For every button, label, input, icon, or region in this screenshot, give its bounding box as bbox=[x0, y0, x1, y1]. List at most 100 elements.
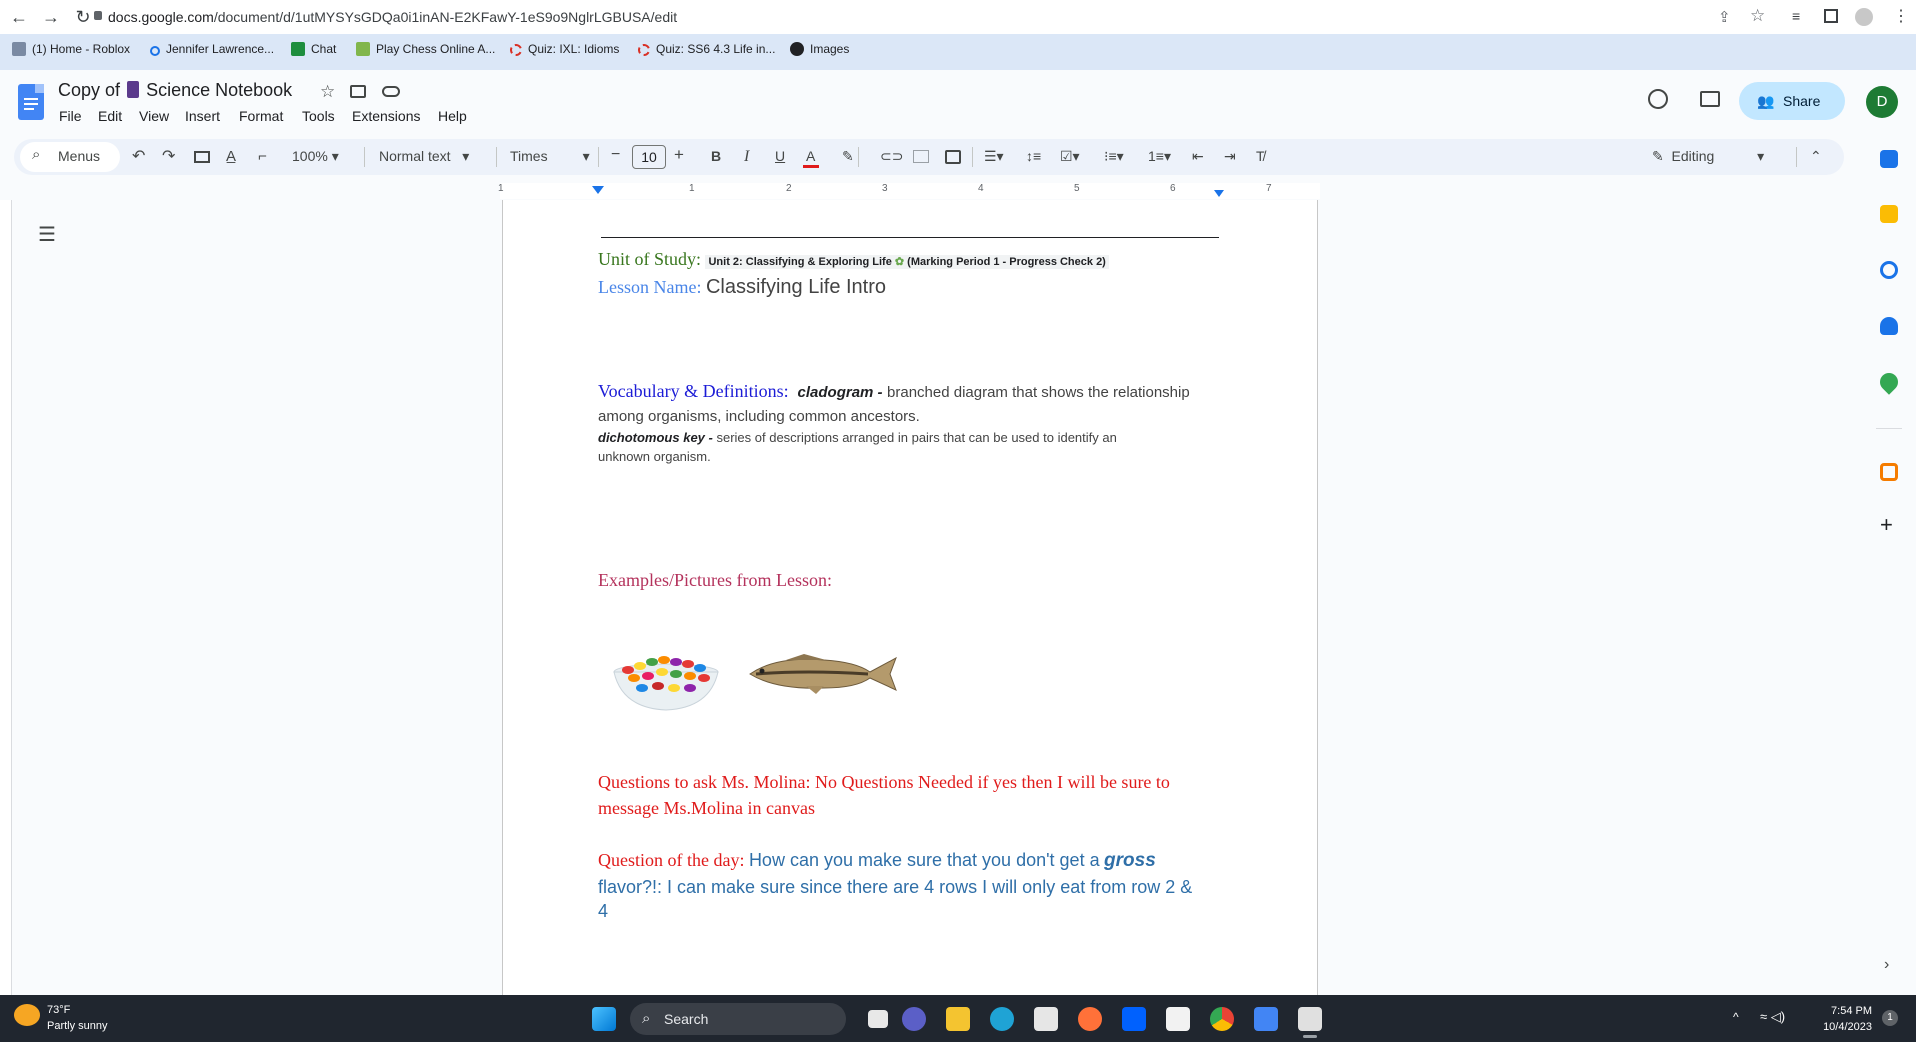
menu-format[interactable]: Format bbox=[239, 108, 283, 124]
menu-tools[interactable]: Tools bbox=[302, 108, 335, 124]
unit-line[interactable]: Unit of Study: Unit 2: Classifying & Exp… bbox=[598, 249, 1109, 270]
lesson-line[interactable]: Lesson Name: Classifying Life Intro bbox=[598, 276, 886, 299]
collapse-toolbar-icon[interactable]: ⌃ bbox=[1810, 148, 1822, 165]
amazon-icon[interactable] bbox=[1166, 1007, 1190, 1031]
horizontal-ruler[interactable]: 1 1 2 3 4 5 6 7 bbox=[498, 183, 1320, 199]
questions-line-2[interactable]: message Ms.Molina in canvas bbox=[598, 798, 815, 819]
tray-chevron-icon[interactable]: ^ bbox=[1733, 1010, 1739, 1024]
insert-image-icon[interactable] bbox=[945, 150, 961, 164]
weather-icon[interactable] bbox=[14, 1004, 40, 1026]
snipping-tool-icon[interactable] bbox=[1298, 1007, 1322, 1031]
docs-logo-icon[interactable] bbox=[18, 84, 44, 120]
clock-date[interactable]: 10/4/2023 bbox=[1810, 1021, 1872, 1033]
star-icon[interactable]: ☆ bbox=[320, 82, 335, 102]
align-icon[interactable]: ☰▾ bbox=[984, 148, 1004, 165]
url-field[interactable]: docs.google.com/document/d/1utMYSYsGDQa0… bbox=[108, 9, 677, 25]
highlight-icon[interactable]: ✎ bbox=[842, 148, 854, 165]
move-folder-icon[interactable] bbox=[350, 85, 366, 98]
side-panel-icon[interactable] bbox=[1824, 9, 1838, 23]
cloud-status-icon[interactable] bbox=[382, 86, 400, 97]
tasks-icon[interactable] bbox=[1880, 261, 1898, 279]
decrease-indent-icon[interactable]: ⇤ bbox=[1192, 148, 1204, 165]
unit-chip[interactable]: Unit 2: Classifying & Exploring Life ✿ (… bbox=[705, 255, 1109, 269]
show-side-panel-icon[interactable]: › bbox=[1884, 956, 1889, 974]
spellcheck-icon[interactable]: A̲ bbox=[226, 148, 236, 165]
share-button[interactable]: 👥 Share bbox=[1739, 82, 1845, 120]
menu-edit[interactable]: Edit bbox=[98, 108, 122, 124]
file-explorer-icon[interactable] bbox=[946, 1007, 970, 1031]
qotd-line[interactable]: Question of the day: How can you make su… bbox=[598, 850, 1156, 872]
avatar[interactable]: D bbox=[1866, 86, 1898, 118]
menu-view[interactable]: View bbox=[139, 108, 169, 124]
dropbox-icon[interactable] bbox=[1122, 1007, 1146, 1031]
italic-icon[interactable]: I bbox=[744, 148, 749, 166]
editing-mode-select[interactable]: ✎ Editing ▾ bbox=[1652, 148, 1764, 165]
vocab-line[interactable]: Vocabulary & Definitions: cladogram - br… bbox=[598, 381, 1190, 402]
font-select[interactable]: Times ▾ bbox=[510, 148, 590, 165]
back-icon[interactable]: ← bbox=[8, 6, 30, 28]
vocab-def-dichotomous-cont[interactable]: unknown organism. bbox=[598, 449, 711, 464]
line-spacing-icon[interactable]: ↕≡ bbox=[1026, 148, 1041, 164]
bookmark-images[interactable]: Images bbox=[790, 42, 849, 56]
bookmark-ss6[interactable]: Quiz: SS6 4.3 Life in... bbox=[638, 42, 775, 56]
keep-icon[interactable] bbox=[1880, 205, 1898, 223]
taskbar-search[interactable]: ⌕ Search bbox=[630, 1003, 846, 1035]
profile-icon[interactable] bbox=[1855, 8, 1873, 26]
numbered-list-icon[interactable]: 1≡▾ bbox=[1148, 148, 1171, 165]
share-page-icon[interactable]: ⇪ bbox=[1718, 8, 1731, 26]
docs-taskbar-icon[interactable] bbox=[1254, 1007, 1278, 1031]
teams-chat-icon[interactable] bbox=[902, 1007, 926, 1031]
increase-font-size-icon[interactable]: + bbox=[674, 145, 684, 165]
jellybean-bowl-image[interactable] bbox=[608, 632, 724, 712]
examples-label[interactable]: Examples/Pictures from Lesson: bbox=[598, 570, 832, 591]
bulleted-list-icon[interactable]: ⁝≡▾ bbox=[1104, 148, 1124, 165]
lock-icon[interactable] bbox=[94, 11, 102, 20]
chrome-icon[interactable] bbox=[1210, 1007, 1234, 1031]
task-view-icon[interactable] bbox=[868, 1010, 888, 1028]
menu-extensions[interactable]: Extensions bbox=[352, 108, 420, 124]
bookmark-chat[interactable]: Chat bbox=[291, 42, 336, 56]
menu-help[interactable]: Help bbox=[438, 108, 467, 124]
decrease-font-size-icon[interactable]: − bbox=[611, 146, 620, 164]
right-indent-marker[interactable] bbox=[1214, 190, 1224, 197]
contacts-icon[interactable] bbox=[1880, 317, 1898, 335]
bookmark-jennifer[interactable]: Jennifer Lawrence... bbox=[150, 42, 274, 56]
firefox-icon[interactable] bbox=[1078, 1007, 1102, 1031]
windows-start-icon[interactable] bbox=[592, 1007, 616, 1031]
forward-icon[interactable]: → bbox=[40, 6, 62, 28]
vocab-line-2[interactable]: dichotomous key - series of descriptions… bbox=[598, 430, 1117, 445]
link-icon[interactable]: ⊂⊃ bbox=[880, 148, 903, 165]
weather-temp[interactable]: 73°F bbox=[47, 1004, 70, 1016]
checklist-icon[interactable]: ☑▾ bbox=[1060, 148, 1080, 165]
redo-icon[interactable]: ↷ bbox=[162, 146, 175, 166]
bookmark-star-icon[interactable]: ☆ bbox=[1750, 6, 1765, 26]
questions-line-1[interactable]: Questions to ask Ms. Molina: No Question… bbox=[598, 772, 1170, 793]
clear-formatting-icon[interactable]: T̸ bbox=[1256, 148, 1265, 164]
bold-icon[interactable]: B bbox=[711, 148, 721, 164]
print-icon[interactable] bbox=[194, 151, 210, 163]
increase-indent-icon[interactable]: ⇥ bbox=[1224, 148, 1236, 165]
document-page[interactable] bbox=[502, 200, 1318, 995]
calendar-icon[interactable] bbox=[1880, 150, 1898, 168]
qotd-text-end[interactable]: 4 bbox=[598, 901, 608, 922]
font-size-input[interactable]: 10 bbox=[632, 145, 666, 169]
bookmark-chess[interactable]: Play Chess Online A... bbox=[356, 42, 495, 56]
undo-icon[interactable]: ↶ bbox=[132, 146, 145, 166]
document-title[interactable]: Copy of Science Notebook bbox=[58, 80, 292, 101]
fish-image[interactable] bbox=[746, 650, 898, 696]
text-color-icon[interactable]: A bbox=[803, 148, 819, 168]
comments-icon[interactable] bbox=[1700, 91, 1720, 107]
bookmark-roblox[interactable]: (1) Home - Roblox bbox=[12, 42, 130, 56]
notification-badge[interactable]: 1 bbox=[1882, 1010, 1898, 1026]
menu-insert[interactable]: Insert bbox=[185, 108, 220, 124]
edge-icon[interactable] bbox=[990, 1007, 1014, 1031]
more-vert-icon[interactable]: ⋮ bbox=[1893, 6, 1909, 26]
add-addon-icon[interactable]: + bbox=[1880, 512, 1893, 538]
outline-icon[interactable]: ☰ bbox=[38, 222, 56, 247]
vertical-ruler[interactable] bbox=[0, 200, 12, 995]
reload-icon[interactable]: ↻ bbox=[72, 6, 94, 28]
vocab-def-cladogram-cont[interactable]: among organisms, including common ancest… bbox=[598, 408, 920, 425]
reading-list-icon[interactable]: ≡ bbox=[1792, 8, 1800, 24]
paint-format-icon[interactable]: ⌐ bbox=[258, 148, 267, 165]
wifi-volume-icon[interactable]: ≈ ◁) bbox=[1760, 1009, 1785, 1025]
